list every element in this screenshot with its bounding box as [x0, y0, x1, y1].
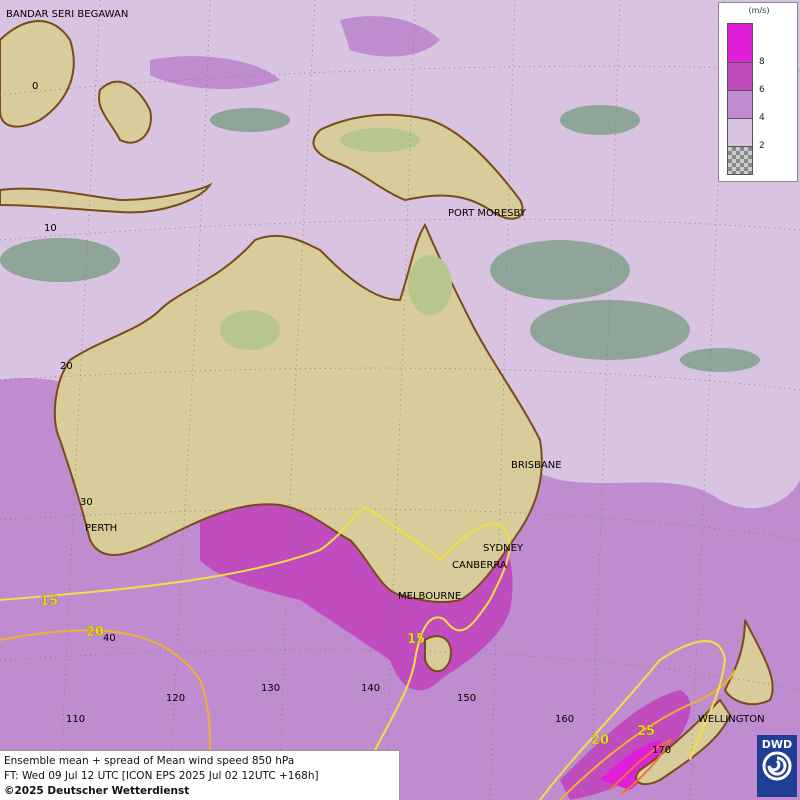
legend-tick-8: 8 [759, 57, 765, 67]
lon-130-label: 130 [261, 683, 280, 694]
legend-unit: (m/s) [748, 6, 770, 15]
label-sydney: SYDNEY [483, 543, 524, 554]
dwd-logo-text: DWD [761, 738, 793, 751]
lat-30-label: 30 [80, 497, 93, 508]
lat-10-label: 10 [44, 223, 57, 234]
label-canberra: CANBERRA [452, 560, 507, 571]
legend-swatch-6-8 [727, 62, 753, 91]
map-caption: Ensemble mean + spread of Mean wind spee… [0, 750, 400, 800]
tasmania [424, 635, 452, 673]
label-bandar: BANDAR SERI BEGAWAN [6, 9, 128, 20]
lat-0-label: 0 [32, 81, 38, 92]
contour-label-15b: 15 [407, 632, 425, 647]
lon-170-label: 170 [652, 745, 671, 756]
lon-160-label: 160 [555, 714, 574, 725]
lat-40-label: 40 [103, 633, 116, 644]
lon-140-label: 140 [361, 683, 380, 694]
contour-label-20a: 20 [86, 625, 104, 640]
legend-tick-6: 6 [759, 85, 765, 95]
contour-label-15a: 15 [40, 594, 58, 609]
legend-tick-4: 4 [759, 113, 765, 123]
legend-tick-2: 2 [759, 141, 765, 151]
label-wellington: WELLINGTON [698, 714, 765, 725]
lon-120-label: 120 [166, 693, 185, 704]
contour-label-25: 25 [637, 724, 655, 739]
legend-swatch-4-6 [727, 90, 753, 119]
legend-swatch-2-4 [727, 118, 753, 147]
color-legend: (m/s) 8 6 4 2 [718, 2, 798, 182]
wind-speed-map: BANDAR SERI BEGAWAN PORT MORESBY BRISBAN… [0, 0, 800, 800]
caption-title: Ensemble mean + spread of Mean wind spee… [4, 755, 295, 767]
contour-label-20b: 20 [591, 733, 609, 748]
caption-forecast-time: FT: Wed 09 Jul 12 UTC [ICON EPS 2025 Jul… [4, 770, 319, 782]
lon-110-label: 110 [66, 714, 85, 725]
lon-150-label: 150 [457, 693, 476, 704]
dwd-logo: DWD [757, 735, 797, 797]
label-port-moresby: PORT MORESBY [448, 208, 527, 219]
label-brisbane: BRISBANE [511, 460, 562, 471]
caption-copyright: ©2025 Deutscher Wetterdienst [4, 785, 190, 797]
dwd-swirl-icon [762, 751, 792, 781]
label-perth: PERTH [85, 523, 117, 534]
legend-swatch-lt2 [727, 146, 753, 175]
lat-20-label: 20 [60, 361, 73, 372]
label-melbourne: MELBOURNE [398, 591, 461, 602]
legend-swatch-gt8 [727, 23, 753, 63]
